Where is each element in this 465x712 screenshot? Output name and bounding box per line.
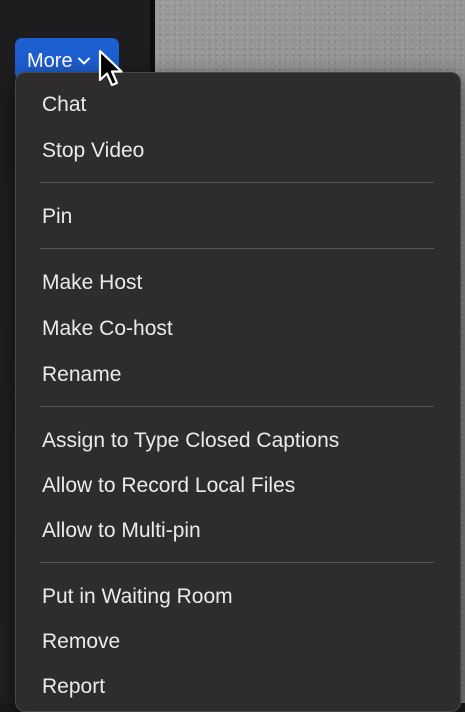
more-button-label: More [27, 50, 73, 72]
menu-separator [40, 182, 434, 183]
menu-separator [40, 248, 434, 249]
menu-item-make-co-host[interactable]: Make Co-host [42, 316, 173, 342]
menu-item-rename[interactable]: Rename [42, 362, 121, 388]
menu-item-report[interactable]: Report [42, 674, 105, 700]
menu-item-pin[interactable]: Pin [42, 204, 72, 230]
menu-item-allow-record-local-files[interactable]: Allow to Record Local Files [42, 473, 295, 499]
menu-item-assign-closed-captions[interactable]: Assign to Type Closed Captions [42, 428, 339, 454]
mouse-pointer-icon [98, 49, 123, 87]
menu-separator [40, 406, 434, 407]
menu-item-chat[interactable]: Chat [42, 92, 86, 118]
menu-separator [40, 562, 434, 563]
menu-item-make-host[interactable]: Make Host [42, 270, 142, 296]
menu-item-allow-multi-pin[interactable]: Allow to Multi-pin [42, 518, 201, 544]
participant-more-menu: Chat Stop Video Pin Make Host Make Co-ho… [15, 72, 461, 712]
menu-item-remove[interactable]: Remove [42, 629, 120, 655]
menu-item-stop-video[interactable]: Stop Video [42, 138, 144, 164]
menu-item-put-in-waiting-room[interactable]: Put in Waiting Room [42, 584, 233, 610]
chevron-down-icon [77, 48, 90, 70]
